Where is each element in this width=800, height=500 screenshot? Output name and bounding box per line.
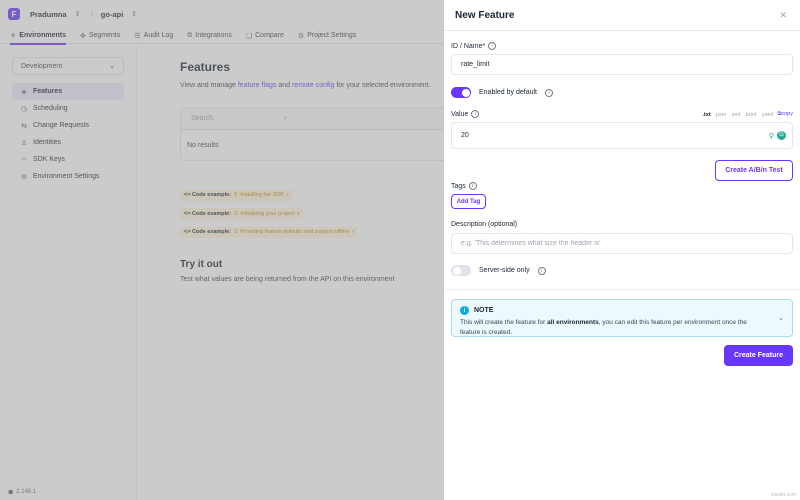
info-icon[interactable]: i (537, 266, 546, 275)
value-editor[interactable]: 20 ⚲ G (451, 122, 793, 149)
id-label: ID / Name* i (451, 42, 497, 50)
tags-label: Tags i (451, 182, 477, 190)
divider (444, 289, 800, 290)
modal-backdrop[interactable] (0, 0, 444, 500)
id-name-input[interactable]: rate_limit (451, 54, 793, 75)
create-feature-button[interactable]: Create Feature (724, 345, 793, 366)
enabled-row: Enabled by default i (451, 87, 553, 98)
server-side-toggle[interactable] (451, 265, 471, 276)
format-toml[interactable]: .toml (744, 112, 756, 118)
watermark: wsxdn.com (770, 492, 796, 498)
info-icon[interactable]: i (545, 88, 553, 97)
toggle-knob (461, 88, 470, 97)
chevron-down-icon[interactable]: ⌄ (778, 314, 784, 322)
add-tag-button[interactable]: Add Tag (451, 194, 486, 209)
panel-title: New Feature (455, 9, 515, 21)
description-input[interactable]: e.g. 'This determines what size the head… (451, 233, 793, 254)
server-side-row: Server-side only i (451, 265, 546, 276)
info-icon[interactable]: i (471, 110, 480, 118)
close-icon[interactable]: ✕ (779, 10, 787, 21)
note-title: NOTE (474, 307, 494, 314)
info-icon[interactable]: i (488, 42, 497, 50)
value-format-selector: .txt .json .xml .toml .yaml ⧉copy (702, 111, 793, 118)
description-label: Description (optional) (451, 221, 518, 228)
enabled-toggle[interactable] (451, 87, 471, 98)
create-ab-test-button[interactable]: Create A/B/n Test (715, 160, 793, 181)
note-text: This will create the feature for all env… (460, 319, 747, 336)
value-label: Value i (451, 110, 480, 118)
copy-button[interactable]: ⧉copy (777, 111, 793, 118)
new-feature-panel: New Feature ✕ ID / Name* i rate_limit Ena… (444, 0, 800, 500)
info-icon[interactable]: i (468, 182, 477, 190)
format-yaml[interactable]: .yaml (760, 112, 773, 118)
server-side-label: Server-side only (479, 267, 530, 274)
value-editor-icons: ⚲ G (769, 131, 786, 140)
key-icon[interactable]: ⚲ (769, 132, 774, 140)
note-alert[interactable]: i NOTE This will create the feature for a… (451, 299, 793, 337)
format-txt[interactable]: .txt (702, 112, 710, 118)
format-json[interactable]: .json (715, 112, 727, 118)
panel-header: New Feature ✕ (444, 0, 800, 31)
grammarly-icon[interactable]: G (777, 131, 786, 140)
info-circle-icon: i (460, 306, 469, 315)
toggle-knob (452, 266, 461, 275)
format-xml[interactable]: .xml (730, 112, 740, 118)
enabled-label: Enabled by default (479, 89, 537, 96)
